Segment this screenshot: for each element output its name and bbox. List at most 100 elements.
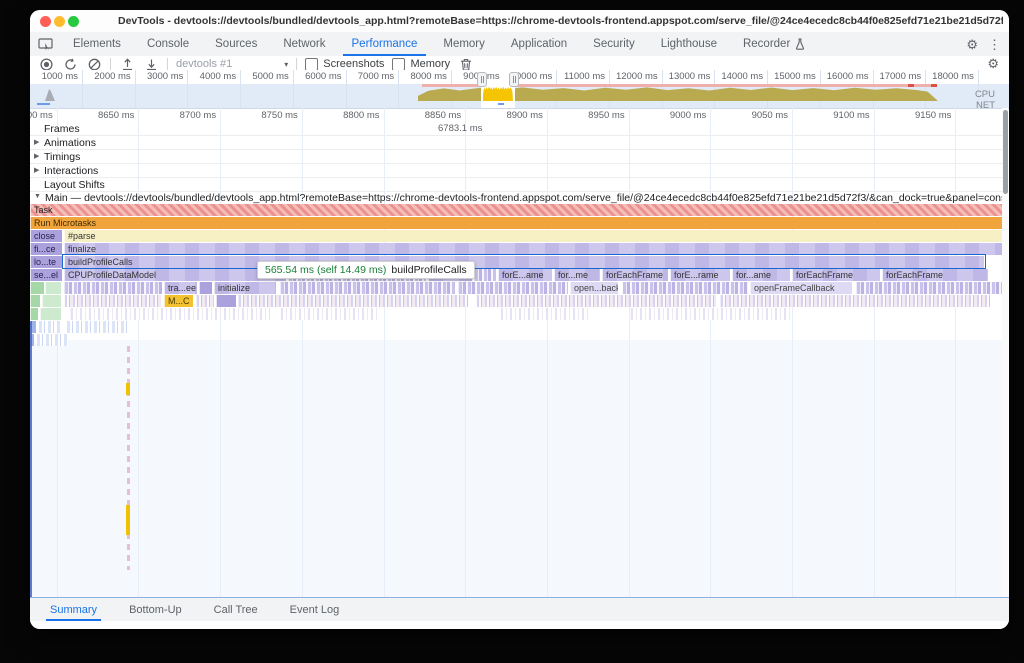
flame-bar-grn2[interactable]	[45, 282, 61, 294]
main-thread-track-header[interactable]: ▼ Main — devtools://devtools/bundled/dev…	[30, 191, 1002, 204]
detail-tick-label: 9150 ms	[871, 110, 951, 121]
track-row-timings[interactable]: ▶Timings	[30, 149, 1002, 164]
flame-bar-tex1[interactable]	[64, 282, 162, 294]
memory-checkbox[interactable]: Memory	[392, 58, 450, 71]
memory-checkbox-box[interactable]	[392, 58, 405, 71]
event-tooltip: 565.54 ms (self 14.49 ms)buildProfileCal…	[257, 261, 475, 279]
track-row-interactions[interactable]: ▶Interactions	[30, 163, 1002, 178]
tab-security[interactable]: Security	[580, 32, 648, 56]
flame-bar-cpuprofiledatamodel[interactable]: CPUProfileDataModel	[64, 269, 286, 281]
detail-tick-label: 8850 ms	[381, 110, 461, 121]
flame-bar-tex1[interactable]	[474, 269, 496, 281]
more-options-icon[interactable]: ⋮	[988, 38, 1001, 51]
flame-bar-initialize[interactable]: initialize	[214, 282, 276, 294]
flame-bar-fore-ame[interactable]: forE...ame	[498, 269, 552, 281]
flame-bar-lo-te[interactable]: lo...te	[30, 256, 62, 268]
flame-bar-tex1[interactable]	[280, 282, 455, 294]
flame-bar-tex3[interactable]	[280, 308, 380, 320]
flame-bar-lavd[interactable]	[199, 282, 212, 294]
selection-right-handle[interactable]	[509, 72, 519, 87]
flame-bar-close[interactable]: close	[30, 230, 62, 242]
bottom-tab-bottom-up[interactable]: Bottom-Up	[127, 598, 184, 621]
bottom-tab-event-log[interactable]: Event Log	[288, 598, 342, 621]
flame-bar-tex4[interactable]	[38, 321, 62, 333]
tab-recorder[interactable]: Recorder	[730, 32, 818, 56]
flame-bar-tra-ee[interactable]: tra...ee	[164, 282, 197, 294]
flame-bar-tex3[interactable]	[70, 308, 270, 320]
tab-network[interactable]: Network	[270, 32, 338, 56]
flame-bar-tex3[interactable]	[500, 308, 590, 320]
tab-performance[interactable]: Performance	[339, 32, 431, 56]
settings-gear-icon[interactable]: ⚙	[966, 38, 978, 51]
screenshots-checkbox-box[interactable]	[305, 58, 318, 71]
flame-bar-for-ame[interactable]: for...ame	[732, 269, 790, 281]
flame-bar-lavd[interactable]	[216, 295, 236, 307]
selection-left-handle[interactable]	[477, 72, 487, 87]
flame-bar-open-back[interactable]: open...back	[570, 282, 618, 294]
tab-console[interactable]: Console	[134, 32, 202, 56]
flame-bar-tex2[interactable]	[720, 295, 990, 307]
bottom-tab-call-tree[interactable]: Call Tree	[212, 598, 260, 621]
collapse-arrow-icon[interactable]: ▶	[34, 152, 39, 160]
flame-bar-task[interactable]: Task	[30, 204, 1002, 216]
tab-sources[interactable]: Sources	[202, 32, 270, 56]
bottom-tab-summary[interactable]: Summary	[48, 598, 99, 621]
screenshots-checkbox-label: Screenshots	[323, 58, 384, 70]
close-window-button[interactable]	[40, 16, 51, 27]
flame-bar-foreachframe[interactable]: forEachFrame	[882, 269, 988, 281]
track-row-animations[interactable]: ▶Animations	[30, 135, 1002, 150]
network-activity-segment	[498, 103, 504, 105]
flame-bar-tex2[interactable]	[64, 295, 161, 307]
tab-elements[interactable]: Elements	[60, 32, 134, 56]
flame-bar-parse[interactable]: #parse	[64, 230, 1002, 242]
flame-bar-tex2[interactable]	[476, 295, 716, 307]
flame-bar-for-me[interactable]: for...me	[554, 269, 600, 281]
flame-bar-m-c[interactable]: M...C	[164, 295, 193, 307]
panel-tabs: ElementsConsoleSourcesNetworkPerformance…	[60, 32, 818, 56]
tab-application[interactable]: Application	[498, 32, 580, 56]
flame-bar-tex2[interactable]	[196, 295, 214, 307]
track-label: Frames	[44, 123, 80, 135]
tab-memory[interactable]: Memory	[430, 32, 498, 56]
flame-bar-tex3[interactable]	[630, 308, 790, 320]
chevron-down-icon: ▾	[284, 60, 288, 69]
flame-bar-grn[interactable]	[30, 282, 44, 294]
detail-tick-label: 9000 ms	[626, 110, 706, 121]
inspect-element-icon[interactable]	[30, 32, 60, 56]
overview-longtask-red-mark	[931, 84, 937, 87]
flame-bar-grn2[interactable]	[40, 308, 61, 320]
flame-bar-tex1[interactable]	[622, 282, 748, 294]
screenshots-checkbox[interactable]: Screenshots	[305, 58, 384, 71]
overview-longtask-red-mark	[908, 84, 914, 87]
flame-bar-grn2[interactable]	[42, 295, 61, 307]
flame-bar-grn[interactable]	[30, 295, 40, 307]
collapse-arrow-icon[interactable]: ▶	[34, 166, 39, 174]
detail-tick-label: 8600 ms	[30, 110, 53, 121]
vertical-scrollbar-thumb[interactable]	[1003, 110, 1008, 194]
flame-bar-tex2[interactable]	[238, 295, 468, 307]
flame-bar-tex4[interactable]	[36, 334, 68, 346]
flame-bar-foreachframe[interactable]: forEachFrame	[602, 269, 668, 281]
profile-select[interactable]: devtools #1 ▾	[176, 58, 288, 70]
tab-lighthouse[interactable]: Lighthouse	[648, 32, 730, 56]
detail-tick-label: 9100 ms	[790, 110, 870, 121]
flame-bar-se-el[interactable]: se...el	[30, 269, 62, 281]
collapse-arrow-icon[interactable]: ▶	[34, 138, 39, 146]
track-row-layout-shifts[interactable]: Layout Shifts	[30, 177, 1002, 192]
flame-bar-fore-rame[interactable]: forE...rame	[670, 269, 730, 281]
deep-call-stack-column	[127, 346, 130, 570]
zoom-window-button[interactable]	[68, 16, 79, 27]
collapse-arrow-icon[interactable]: ▼	[34, 193, 41, 200]
flame-bar-openframecallback[interactable]: openFrameCallback	[750, 282, 852, 294]
flask-icon	[795, 38, 805, 50]
flame-bar-tex4[interactable]	[66, 321, 130, 333]
flame-bar-run-microtasks[interactable]: Run Microtasks	[30, 217, 1002, 229]
flame-bar-fi-ce[interactable]: fi...ce	[30, 243, 62, 255]
flame-bar-foreachframe[interactable]: forEachFrame	[792, 269, 880, 281]
flame-bar-tex1[interactable]	[856, 282, 1002, 294]
track-row-frames[interactable]: Frames	[30, 121, 1002, 136]
flame-bar-grn[interactable]	[30, 308, 38, 320]
flame-bar-tex1[interactable]	[458, 282, 568, 294]
title-bar: DevTools - devtools://devtools/bundled/d…	[30, 10, 1009, 33]
minimize-window-button[interactable]	[54, 16, 65, 27]
